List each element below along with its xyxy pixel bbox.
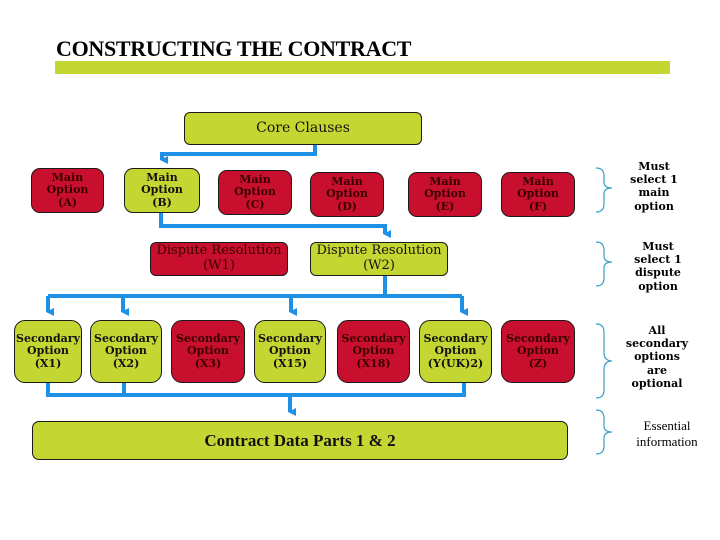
main-option-a[interactable]: Main Option (A)	[31, 168, 104, 213]
main-option-d[interactable]: Main Option (D)	[310, 172, 384, 217]
secondary-option-code: (X15)	[272, 356, 308, 370]
core-clauses-box[interactable]: Core Clauses	[184, 112, 422, 145]
secondary-option-z[interactable]: Secondary Option (Z)	[501, 320, 575, 383]
connector-core-to-main-b	[160, 144, 317, 164]
connector-secondary-to-contract-bus	[46, 383, 466, 397]
secondary-option-x2[interactable]: Secondary Option (X2)	[90, 320, 162, 383]
secondary-option-label: Option	[352, 344, 395, 358]
dispute-option-label: Dispute Resolution	[316, 243, 442, 259]
secondary-option-code: (X2)	[112, 356, 140, 370]
main-option-code: (B)	[152, 195, 172, 209]
main-option-code: (A)	[58, 195, 77, 209]
main-option-label: Main Option	[326, 174, 368, 201]
note-line: are	[647, 363, 667, 377]
main-option-b[interactable]: Main Option (B)	[124, 168, 200, 213]
brace-icon-main	[595, 167, 613, 213]
note-dispute-option: Must select 1 dispute option	[620, 240, 696, 293]
main-option-label: Main Option	[46, 170, 89, 197]
brace-icon-essential	[595, 409, 613, 455]
secondary-option-x1[interactable]: Secondary Option (X1)	[14, 320, 82, 383]
dispute-option-label: Dispute Resolution	[156, 243, 282, 259]
note-line: All	[648, 324, 666, 337]
main-option-code: (D)	[337, 199, 357, 213]
main-option-label: Main Option	[141, 170, 183, 197]
main-option-label: Main Option	[424, 174, 466, 201]
note-line: information	[636, 433, 698, 449]
main-option-code: (E)	[435, 199, 455, 213]
note-line: dispute	[635, 266, 681, 280]
secondary-option-label: Option	[269, 344, 311, 358]
secondary-option-label: Option	[105, 344, 147, 358]
note-line: select 1	[630, 173, 678, 187]
main-option-e[interactable]: Main Option (E)	[408, 172, 482, 217]
secondary-option-x15[interactable]: Secondary Option (X15)	[254, 320, 326, 383]
note-line: option	[638, 279, 678, 293]
note-line: Essential	[643, 418, 691, 433]
brace-icon-secondary	[595, 323, 613, 399]
main-option-code: (F)	[528, 199, 548, 213]
core-clauses-label: Core Clauses	[256, 120, 350, 137]
secondary-option-code: (X3)	[194, 356, 222, 370]
dispute-option-code: (W2)	[363, 258, 395, 273]
main-option-code: (C)	[245, 197, 265, 211]
secondary-option-x3[interactable]: Secondary Option (X3)	[171, 320, 245, 383]
note-line: main	[638, 186, 670, 200]
secondary-option-label: Option	[517, 344, 559, 358]
brace-icon-dispute	[595, 241, 613, 287]
main-option-label: Main Option	[234, 172, 276, 199]
secondary-option-x18[interactable]: Secondary Option (X18)	[337, 320, 410, 383]
note-line: optional	[631, 376, 683, 390]
note-line: secondary	[625, 337, 689, 351]
secondary-option-label: Option	[434, 344, 477, 358]
note-essential-info: Essential information	[622, 418, 712, 449]
main-option-label: Main Option	[517, 174, 559, 201]
secondary-option-yuk2[interactable]: Secondary Option (Y(UK)2)	[419, 320, 492, 383]
dispute-option-w1[interactable]: Dispute Resolution (W1)	[150, 242, 288, 276]
note-main-option: Must select 1 main option	[616, 160, 692, 213]
secondary-option-code: (Z)	[528, 356, 548, 370]
secondary-option-code: (X1)	[34, 356, 62, 370]
note-line: Must	[638, 160, 670, 173]
note-line: select 1	[634, 253, 682, 267]
main-option-f[interactable]: Main Option (F)	[501, 172, 575, 217]
main-option-c[interactable]: Main Option (C)	[218, 170, 292, 215]
secondary-option-code: (X18)	[356, 356, 391, 370]
secondary-option-label: Option	[27, 344, 69, 358]
dispute-option-w2[interactable]: Dispute Resolution (W2)	[310, 242, 448, 276]
dispute-option-code: (W1)	[203, 258, 235, 273]
secondary-option-label: Option	[187, 344, 229, 358]
contract-data-label: Contract Data Parts 1 & 2	[204, 430, 396, 450]
note-secondary-options: All secondary options are optional	[619, 324, 695, 390]
contract-data-box[interactable]: Contract Data Parts 1 & 2	[32, 421, 568, 460]
note-line: options	[634, 350, 680, 364]
note-line: Must	[642, 240, 674, 253]
note-line: option	[634, 199, 674, 213]
secondary-option-code: (Y(UK)2)	[427, 356, 484, 370]
